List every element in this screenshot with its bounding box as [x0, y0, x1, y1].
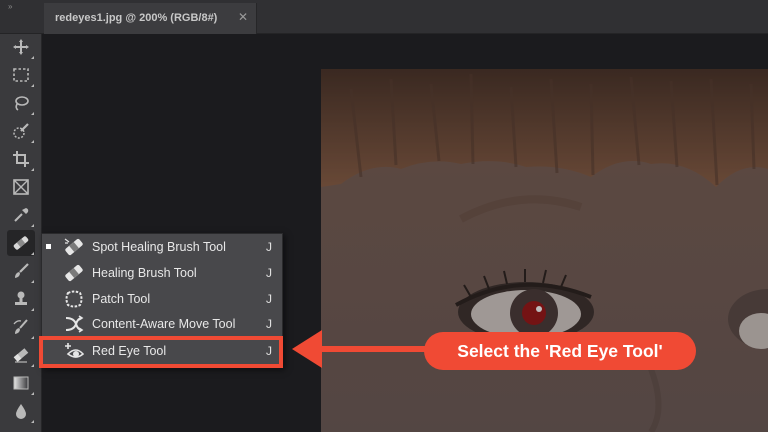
patch-icon [62, 289, 86, 309]
tool-group-indicator [31, 140, 34, 143]
spot-healing-brush-icon [62, 237, 86, 257]
frame-tool-button[interactable] [7, 174, 35, 200]
tool-group-indicator [31, 84, 34, 87]
lasso-tool-button[interactable] [7, 90, 35, 116]
quick-selection-icon [13, 123, 29, 139]
photoshop-window: » redeyes1.jpg @ 200% (RGB/8#) ✕ Spot He… [0, 0, 768, 432]
instruction-callout: Select the 'Red Eye Tool' [424, 332, 696, 370]
photo-dim-overlay [321, 69, 768, 432]
tool-group-indicator [31, 224, 34, 227]
tool-group-indicator [31, 112, 34, 115]
tools-panel [0, 34, 42, 432]
gradient-tool-button[interactable] [7, 370, 35, 396]
red-eye-tool-highlight-box [39, 336, 283, 368]
marquee-icon [13, 68, 29, 82]
menu-item-label: Patch Tool [92, 292, 151, 306]
menu-item-patch-tool[interactable]: Patch Tool J [42, 286, 282, 312]
document-tab-bar: » redeyes1.jpg @ 200% (RGB/8#) ✕ [0, 0, 768, 34]
tool-group-indicator [31, 392, 34, 395]
move-icon [13, 39, 29, 55]
menu-item-shortcut: J [266, 266, 272, 280]
menu-item-healing-brush-tool[interactable]: Healing Brush Tool J [42, 260, 282, 286]
history-brush-tool-button[interactable] [7, 314, 35, 340]
spot-healing-brush-icon [13, 236, 29, 250]
blur-tool-button[interactable] [7, 398, 35, 424]
eraser-icon [13, 348, 29, 363]
menu-item-content-aware-move-tool[interactable]: Content-Aware Move Tool J [42, 311, 282, 337]
menu-item-shortcut: J [266, 292, 272, 306]
tool-group-indicator [31, 336, 34, 339]
healing-brush-icon [62, 263, 86, 283]
current-tool-bullet [46, 244, 51, 249]
tool-group-indicator [31, 168, 34, 171]
eyedropper-tool-button[interactable] [7, 202, 35, 228]
menu-item-label: Healing Brush Tool [92, 266, 197, 280]
content-aware-move-icon [62, 314, 86, 334]
gradient-icon [13, 376, 29, 390]
menu-item-shortcut: J [266, 317, 272, 331]
menu-item-label: Content-Aware Move Tool [92, 317, 236, 331]
move-tool-button[interactable] [7, 34, 35, 60]
tool-group-indicator [31, 280, 34, 283]
tool-group-indicator [31, 364, 34, 367]
menu-item-shortcut: J [266, 240, 272, 254]
tool-group-indicator [31, 308, 34, 311]
close-tab-icon[interactable]: ✕ [238, 10, 248, 24]
document-tab[interactable]: redeyes1.jpg @ 200% (RGB/8#) ✕ [44, 3, 257, 34]
photo-canvas[interactable] [321, 69, 768, 432]
lasso-icon [15, 96, 29, 111]
marquee-tool-button[interactable] [7, 62, 35, 88]
tool-group-indicator [31, 420, 34, 423]
clone-stamp-icon [15, 291, 27, 305]
blur-icon [16, 404, 26, 419]
spot-healing-tool-button[interactable] [7, 230, 35, 256]
collapse-panels-icon[interactable]: » [8, 2, 13, 11]
frame-icon [13, 179, 29, 195]
brush-tool-button[interactable] [7, 258, 35, 284]
menu-item-spot-healing-brush-tool[interactable]: Spot Healing Brush Tool J [42, 234, 282, 260]
quick-selection-tool-button[interactable] [7, 118, 35, 144]
brush-icon [15, 263, 29, 278]
crop-icon [13, 151, 29, 167]
menu-item-label: Spot Healing Brush Tool [92, 240, 226, 254]
clone-stamp-tool-button[interactable] [7, 286, 35, 312]
document-tab-title: redeyes1.jpg @ 200% (RGB/8#) [55, 12, 218, 24]
tool-group-indicator [31, 252, 34, 255]
tool-group-indicator [31, 56, 34, 59]
history-brush-icon [13, 319, 28, 334]
callout-arrow-line [318, 346, 428, 352]
eyedropper-icon [14, 208, 29, 222]
instruction-callout-text: Select the 'Red Eye Tool' [457, 340, 663, 361]
eraser-tool-button[interactable] [7, 342, 35, 368]
crop-tool-button[interactable] [7, 146, 35, 172]
